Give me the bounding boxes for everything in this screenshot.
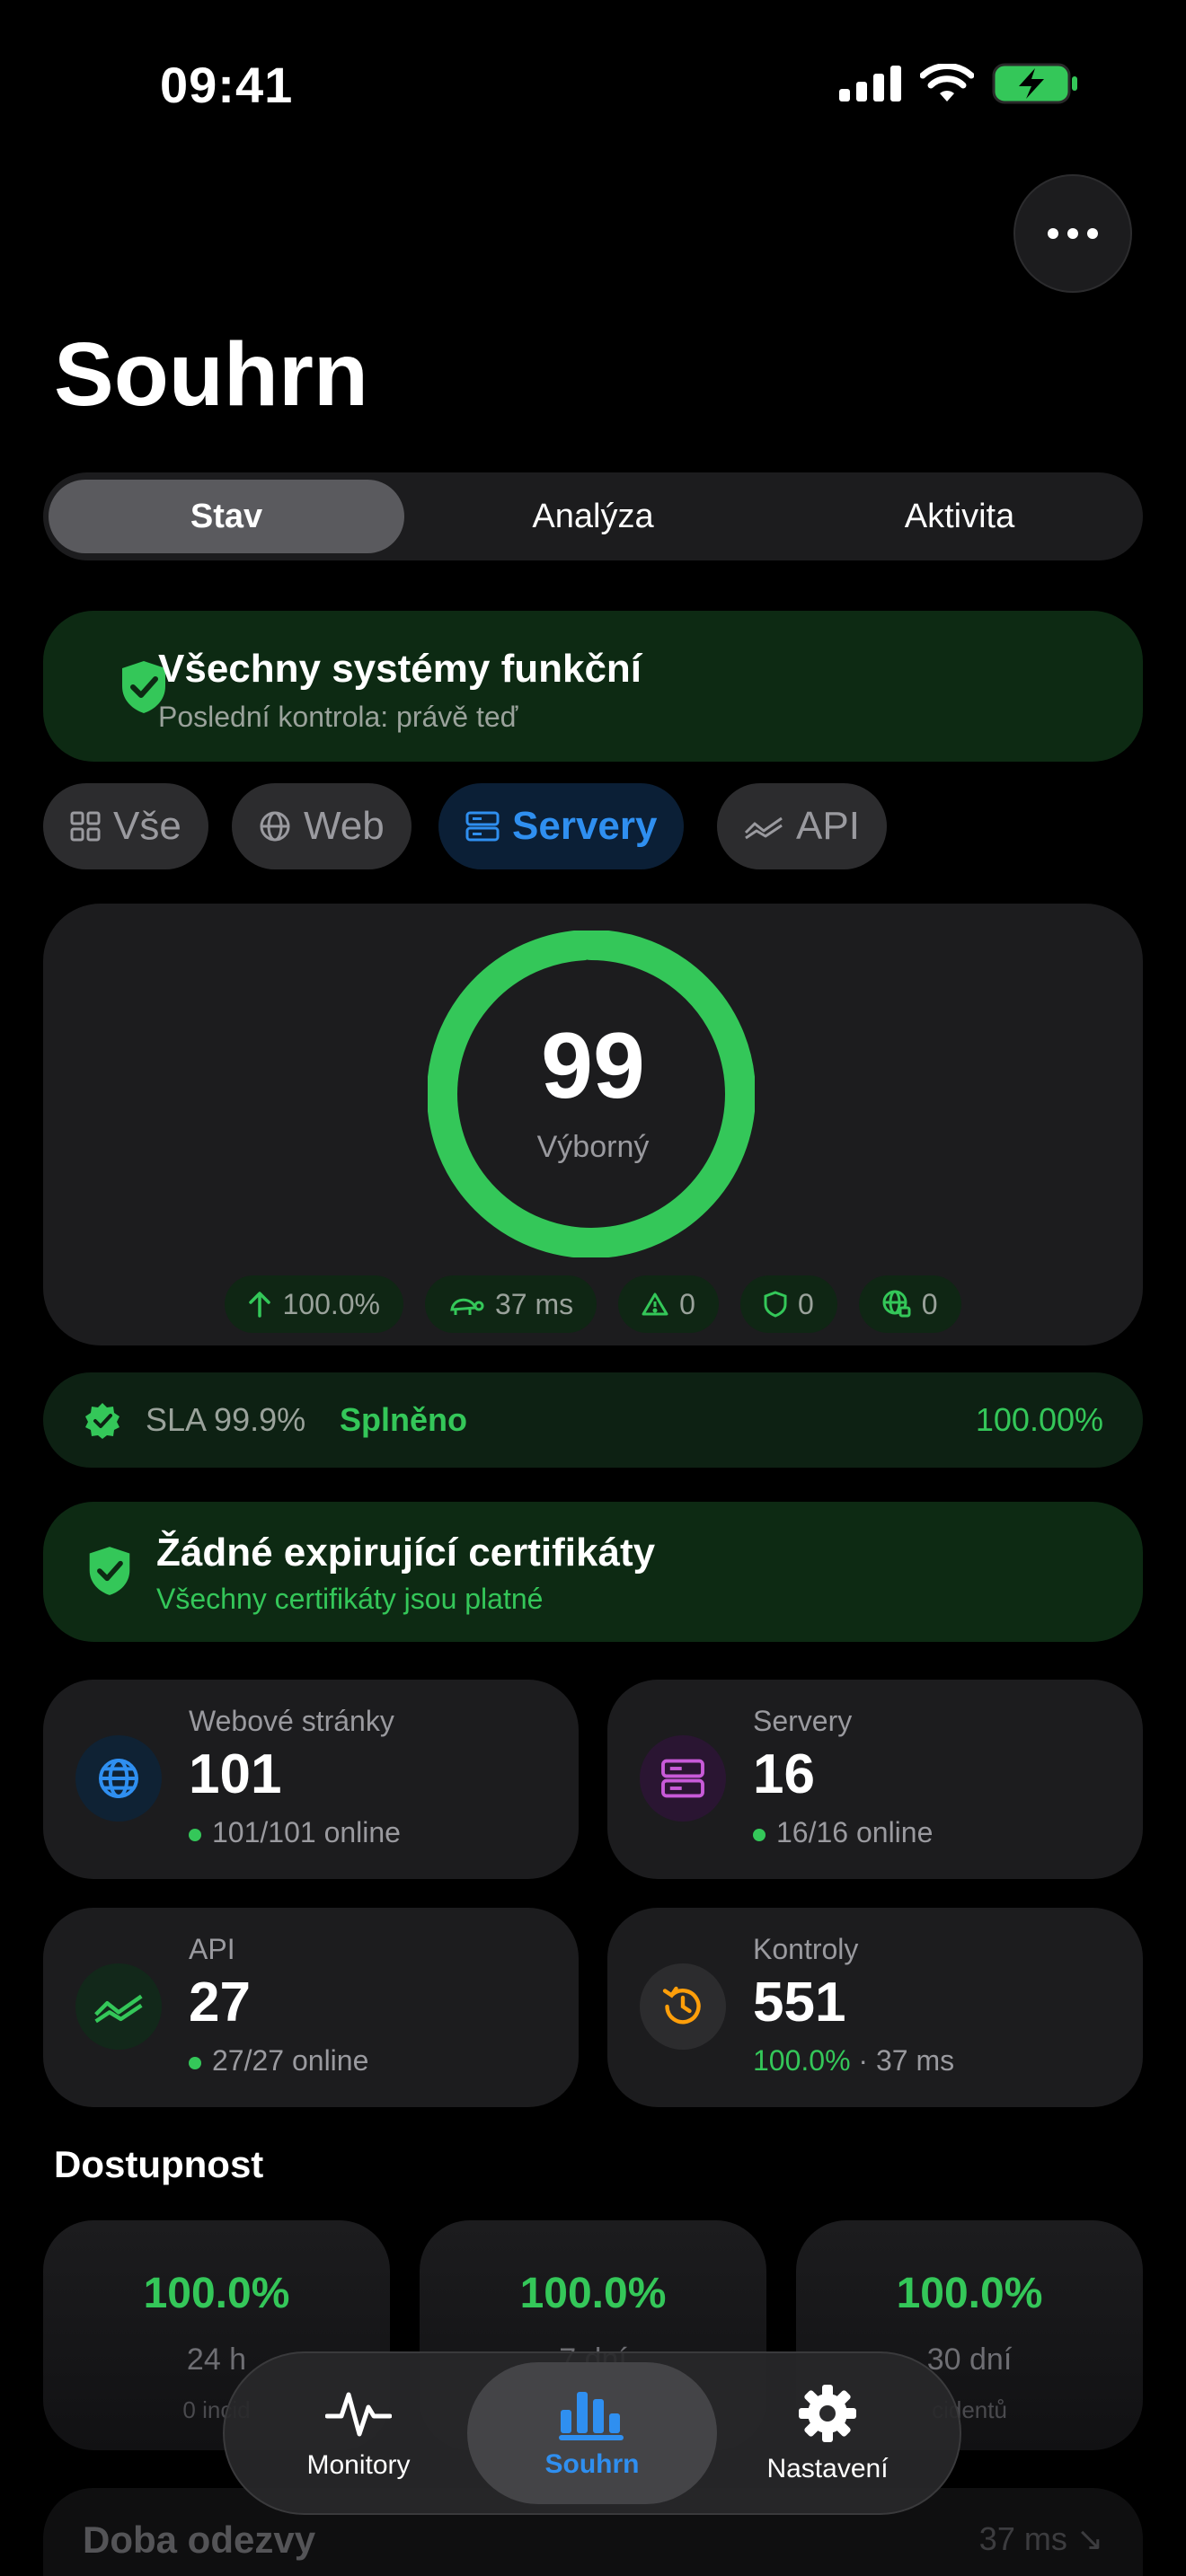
wifi-icon	[920, 64, 974, 101]
filter-chip-api[interactable]: API	[717, 783, 887, 869]
segment-aktivita[interactable]: Aktivita	[782, 480, 1137, 553]
segmented-control: Stav Analýza Aktivita	[43, 472, 1143, 560]
stat-label: API	[189, 1933, 235, 1965]
metric-security: 0	[739, 1275, 837, 1333]
stat-label: Webové stránky	[189, 1705, 394, 1737]
sla-status: Splněno	[340, 1401, 467, 1438]
filter-label: API	[796, 804, 860, 848]
tab-summary[interactable]: Souhrn	[467, 2362, 717, 2504]
segment-stav[interactable]: Stav	[49, 480, 404, 553]
stat-card-checks[interactable]: Kontroly 551 100.0% · 37 ms	[607, 1908, 1143, 2107]
section-title-availability: Dostupnost	[54, 2143, 264, 2185]
warning-icon	[642, 1292, 668, 1316]
grid-icon	[70, 811, 101, 842]
stat-value: 16	[753, 1743, 815, 1805]
stat-sub: 101/101 online	[189, 1816, 401, 1849]
shield-check-icon	[89, 1547, 130, 1595]
stat-value: 101	[189, 1743, 282, 1805]
server-icon	[465, 811, 500, 842]
health-metrics: 100.0% 37 ms 0 0 0	[43, 1275, 1143, 1333]
turtle-icon	[450, 1298, 484, 1315]
api-icon	[744, 816, 783, 840]
server-icon	[640, 1735, 726, 1822]
seal-check-icon	[85, 1403, 119, 1439]
response-title: Doba odezvy	[83, 2519, 316, 2561]
globe-icon	[260, 811, 290, 842]
stat-label: Servery	[753, 1705, 853, 1737]
arrow-up-icon	[249, 1292, 271, 1318]
stat-card-api[interactable]: API 27 27/27 online	[43, 1908, 579, 2107]
stat-sub: 100.0% · 37 ms	[753, 2044, 955, 2077]
status-icons	[839, 63, 1078, 104]
stat-card-websites[interactable]: Webové stránky 101 101/101 online	[43, 1680, 579, 1879]
banner-title: Všechny systémy funkční	[158, 647, 642, 691]
api-icon	[75, 1963, 162, 2050]
metric-domains: 0	[858, 1275, 961, 1333]
metric-response: 37 ms	[425, 1275, 597, 1333]
health-card: 99 Výborný 100.0% 37 ms 0 0 0	[43, 904, 1143, 1345]
banner-subtitle: Poslední kontrola: právě teď	[158, 701, 518, 733]
tab-monitors[interactable]: Monitory	[234, 2362, 483, 2504]
health-score: 99	[541, 1014, 645, 1118]
sla-label: SLA 99.9%	[146, 1401, 306, 1438]
sla-row[interactable]: SLA 99.9% Splněno 100.00%	[43, 1372, 1143, 1468]
filter-chip-all[interactable]: Vše	[43, 783, 208, 869]
status-banner: Všechny systémy funkční Poslední kontrol…	[43, 611, 1143, 762]
certificates-subtitle: Všechny certifikáty jsou platné	[156, 1583, 544, 1615]
filter-chip-servers[interactable]: Servery	[438, 783, 685, 869]
stat-sub: 16/16 online	[753, 1816, 933, 1849]
stat-label: Kontroly	[753, 1933, 859, 1965]
filter-label: Servery	[512, 804, 658, 848]
tab-settings[interactable]: Nastavení	[703, 2362, 952, 2504]
tab-bar: Monitory Souhrn Nastavení	[223, 2351, 961, 2515]
globe-icon	[75, 1735, 162, 1822]
filter-label: Web	[304, 804, 385, 848]
stat-sub: 27/27 online	[189, 2044, 368, 2078]
pulse-icon	[325, 2392, 392, 2437]
ellipsis-icon	[1048, 228, 1058, 239]
chart-bars-icon	[559, 2392, 624, 2440]
stat-card-servers[interactable]: Servery 16 16/16 online	[607, 1680, 1143, 1879]
status-bar: 09:41	[0, 0, 1186, 171]
page-title: Souhrn	[54, 324, 368, 425]
shield-icon	[764, 1291, 787, 1318]
battery-charging-icon	[992, 63, 1077, 104]
segment-analyza[interactable]: Analýza	[415, 480, 771, 553]
response-value: 37 ms ↘	[978, 2520, 1103, 2557]
gear-icon	[799, 2385, 856, 2442]
globe-lock-icon	[882, 1290, 911, 1318]
history-icon	[640, 1963, 726, 2050]
stat-value: 551	[753, 1972, 846, 2033]
metric-uptime: 100.0%	[225, 1275, 403, 1333]
certificates-banner[interactable]: Žádné expirující certifikáty Všechny cer…	[43, 1502, 1143, 1642]
metric-warnings: 0	[618, 1275, 719, 1333]
status-time: 09:41	[160, 57, 294, 113]
stat-value: 27	[189, 1972, 251, 2033]
certificates-title: Žádné expirující certifikáty	[156, 1531, 656, 1575]
sla-value: 100.00%	[975, 1401, 1103, 1438]
filter-label: Vše	[113, 804, 181, 848]
filter-chip-web[interactable]: Web	[232, 783, 412, 869]
health-score-label: Výborný	[536, 1130, 650, 1164]
more-button[interactable]	[1013, 174, 1132, 293]
signal-icon	[839, 66, 901, 101]
